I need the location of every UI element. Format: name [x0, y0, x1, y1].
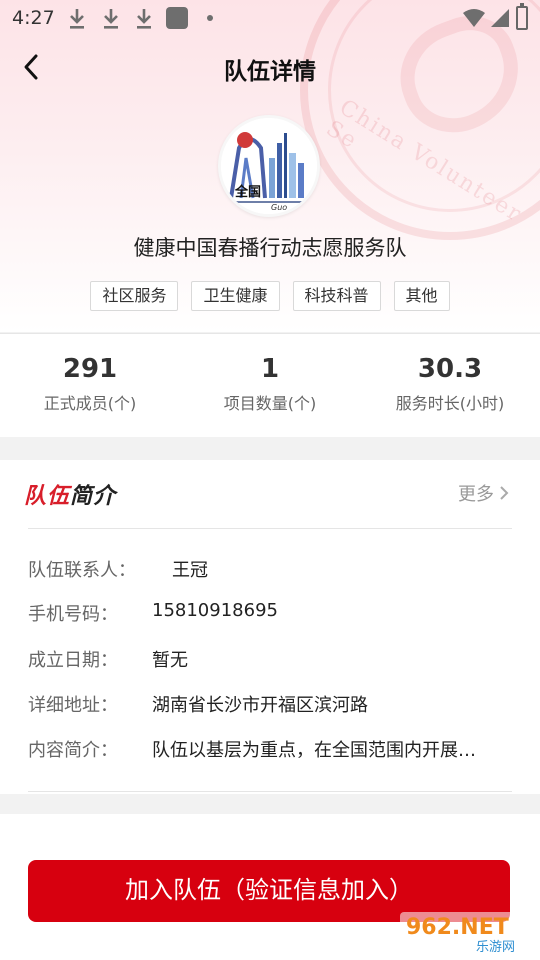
info-label: 队伍联系人： — [28, 560, 136, 581]
stat-hours-value: 30.3 — [417, 354, 483, 384]
team-tags: 社区服务 卫生健康 科技科普 其他 — [0, 281, 540, 311]
team-name: 健康中国春播行动志愿服务队 — [133, 236, 407, 260]
section-divider — [28, 528, 512, 529]
info-row-address: 详细地址： 湖南省长沙市开福区滨河路 — [28, 691, 512, 721]
tag-science: 科技科普 — [292, 281, 381, 311]
info-row-contact: 队伍联系人： 王冠 — [28, 556, 512, 586]
download-icon — [137, 9, 151, 29]
site-watermark-logo: 962.NET 乐游网 — [400, 912, 534, 955]
battery-icon — [516, 3, 528, 30]
card-bottom-divider — [28, 791, 512, 792]
page-title: 队伍详情 — [224, 59, 316, 85]
section-title-black: 简介 — [70, 484, 117, 509]
stat-projects: 1 项目数量(个) — [180, 354, 360, 414]
info-value[interactable]: 15810918695 — [152, 600, 278, 621]
stat-hours-label: 服务时长(小时) — [395, 394, 505, 413]
tag-community-service: 社区服务 — [90, 281, 179, 311]
stat-members: 291 正式成员(个) — [0, 354, 180, 414]
watermark-brand: 962.NET — [406, 915, 509, 940]
more-notifications-dot-icon — [207, 15, 213, 21]
info-label: 详细地址： — [28, 695, 118, 716]
signal-icon — [491, 9, 509, 27]
avatar-subtext: Guo — [271, 203, 287, 212]
download-icon — [104, 9, 118, 29]
section-title: 队伍简介 — [24, 478, 116, 510]
watermark-sub: 乐游网 — [476, 940, 515, 955]
section-title-red: 队伍 — [24, 484, 71, 509]
download-icon — [70, 9, 84, 29]
team-stats: 291 正式成员(个) 1 项目数量(个) 30.3 服务时长(小时) — [0, 333, 540, 437]
team-avatar: 全国 Guo — [218, 115, 320, 217]
stat-projects-label: 项目数量(个) — [223, 394, 317, 413]
stat-hours: 30.3 服务时长(小时) — [360, 354, 540, 414]
tag-health: 卫生健康 — [191, 281, 280, 311]
info-label: 手机号码： — [28, 604, 118, 625]
app-notification-icon — [166, 7, 188, 29]
info-value: 王冠 — [172, 560, 208, 581]
info-row-description: 内容简介： 队伍以基层为重点，在全国范围内开展… — [28, 736, 512, 766]
info-value: 湖南省长沙市开福区滨河路 — [152, 695, 368, 716]
info-row-phone: 手机号码： 15810918695 — [28, 600, 512, 630]
wifi-icon — [463, 9, 485, 27]
info-label: 内容简介： — [28, 740, 118, 761]
tag-other: 其他 — [393, 281, 450, 311]
team-intro-card: 队伍简介 更多 队伍联系人： 王冠 手机号码： 15810918695 成立日期… — [0, 460, 540, 794]
info-label: 成立日期： — [28, 650, 118, 671]
status-bar: 4:27 — [0, 0, 540, 36]
info-row-founded: 成立日期： 暂无 — [28, 646, 512, 676]
stat-projects-value: 1 — [260, 354, 280, 384]
avatar-text: 全国 — [234, 184, 261, 200]
stat-members-label: 正式成员(个) — [43, 394, 137, 413]
team-logo-image: 全国 Guo — [221, 118, 317, 214]
info-value: 队伍以基层为重点，在全国范围内开展… — [152, 740, 476, 761]
info-value: 暂无 — [152, 650, 188, 671]
more-link[interactable]: 更多 — [458, 480, 510, 506]
stat-members-value: 291 — [62, 354, 118, 384]
chevron-right-icon — [500, 486, 509, 500]
status-time: 4:27 — [12, 7, 55, 29]
more-label: 更多 — [458, 484, 494, 505]
